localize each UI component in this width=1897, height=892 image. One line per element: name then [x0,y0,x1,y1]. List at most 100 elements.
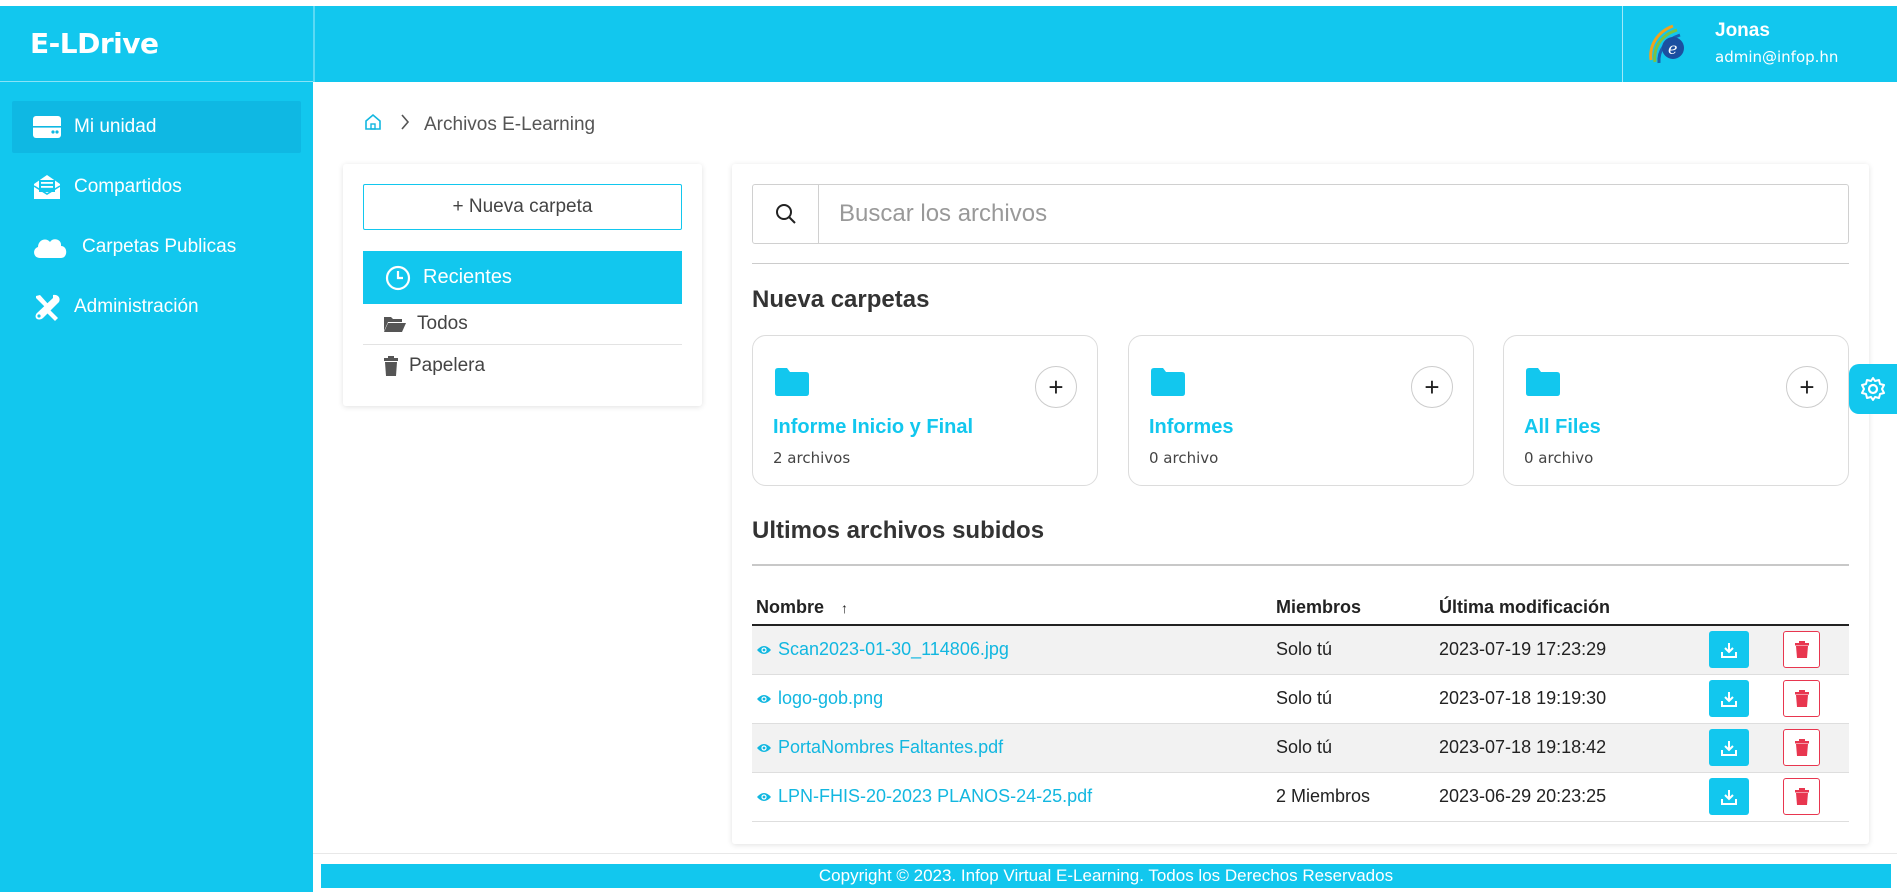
sidebar-item-compartidos[interactable]: Compartidos [12,161,301,213]
recent-label: Recientes [423,266,512,288]
sidebar-item-carpetas-publicas[interactable]: Carpetas Publicas [12,221,301,273]
column-header-modified[interactable]: Última modificación [1435,591,1705,626]
footer-divider [313,853,1897,854]
file-modified: 2023-07-18 19:19:30 [1435,674,1705,724]
footer: Copyright © 2023. Infop Virtual E-Learni… [321,864,1891,888]
user-name: Jonas [1715,20,1770,41]
folder-icon [775,368,809,396]
file-members: 2 Miembros [1272,772,1435,822]
divider [752,564,1849,566]
folder-card[interactable]: + Informes 0 archivo [1128,335,1474,486]
file-name: LPN-FHIS-20-2023 PLANOS-24-25.pdf [778,786,1093,806]
download-icon [1721,740,1737,756]
cloud-icon [30,232,70,262]
sidebar-item-administracion[interactable]: Administración [12,281,301,333]
column-header-download [1705,591,1779,626]
add-to-folder-button[interactable]: + [1411,366,1453,408]
column-header-name[interactable]: Nombre ↑ [752,591,1272,626]
brand[interactable]: E-LDrive [0,6,313,82]
column-header-members[interactable]: Miembros [1272,591,1435,626]
folder-icon [1151,368,1185,396]
download-icon [1721,691,1737,707]
file-members: Solo tú [1272,674,1435,724]
folder-name[interactable]: Informes [1149,416,1233,439]
download-icon [1721,789,1737,805]
clock-icon [385,265,411,290]
trash-icon [1794,690,1809,707]
sidebar-item-label: Mi unidad [74,116,157,137]
table-row: logo-gob.png Solo tú 2023-07-18 19:19:30 [752,674,1849,724]
download-button[interactable] [1709,680,1749,717]
eye-icon [757,743,771,752]
download-button[interactable] [1709,729,1749,766]
trash-label: Papelera [409,354,486,376]
sort-arrow-icon: ↑ [841,600,849,616]
delete-button[interactable] [1783,778,1820,815]
sidebar: E-LDrive Mi unidad Compartidos Carpetas … [0,6,313,892]
file-modified: 2023-07-18 19:18:42 [1435,723,1705,773]
folder-card[interactable]: + Informe Inicio y Final 2 archivos [752,335,1098,486]
breadcrumb: Archivos E-Learning [364,113,595,137]
table-row: LPN-FHIS-20-2023 PLANOS-24-25.pdf 2 Miem… [752,772,1849,822]
trash-icon [1794,788,1809,805]
folder-nav-panel: + Nueva carpeta Recientes Todos Papelera [343,164,702,406]
sidebar-item-label: Administración [74,296,199,317]
folder-file-count: 2 archivos [773,449,851,467]
new-folder-button[interactable]: + Nueva carpeta [363,184,682,230]
search-input[interactable] [819,185,1848,243]
folder-file-count: 0 archivo [1524,449,1594,467]
gear-icon [1861,377,1885,401]
file-name: PortaNombres Faltantes.pdf [778,737,1004,757]
file-link[interactable]: PortaNombres Faltantes.pdf [756,737,1272,758]
folder-card[interactable]: + All Files 0 archivo [1503,335,1849,486]
file-modified: 2023-07-19 17:23:29 [1435,625,1705,675]
folder-name[interactable]: Informe Inicio y Final [773,416,973,439]
header-divider [1622,6,1623,82]
table-header-row: Nombre ↑ Miembros Última modificación [752,591,1849,626]
shared-mail-icon [30,172,64,202]
file-link[interactable]: LPN-FHIS-20-2023 PLANOS-24-25.pdf [756,786,1272,807]
table-row: Scan2023-01-30_114806.jpg Solo tú 2023-0… [752,625,1849,675]
sidebar-item-mi-unidad[interactable]: Mi unidad [12,101,301,153]
search-icon[interactable] [753,185,819,243]
all-files-label: Todos [417,313,468,334]
folder-name[interactable]: All Files [1524,416,1601,439]
svg-text:e: e [1668,39,1677,58]
download-button[interactable] [1709,778,1749,815]
files-table: Nombre ↑ Miembros Última modificación Sc… [752,591,1849,822]
trash-icon [1794,739,1809,756]
file-name: Scan2023-01-30_114806.jpg [778,639,1009,660]
eye-icon [757,792,771,801]
tools-icon [30,292,64,322]
column-header-delete [1779,591,1849,626]
add-to-folder-button[interactable]: + [1786,366,1828,408]
home-icon[interactable] [364,113,382,137]
download-button[interactable] [1709,631,1749,669]
delete-button[interactable] [1783,680,1820,717]
table-row: PortaNombres Faltantes.pdf Solo tú 2023-… [752,723,1849,773]
recent-item[interactable]: Recientes [363,251,682,304]
eye-icon [757,645,771,654]
add-to-folder-button[interactable]: + [1035,366,1077,408]
download-icon [1721,642,1737,658]
user-email: admin@infop.hn [1715,48,1839,66]
file-link[interactable]: logo-gob.png [756,688,1272,709]
delete-button[interactable] [1783,631,1820,669]
trash-item[interactable]: Papelera [363,345,682,386]
trash-icon [1794,641,1809,659]
all-files-item[interactable]: Todos [363,304,682,345]
eye-icon [757,694,771,703]
file-modified: 2023-06-29 20:23:25 [1435,772,1705,822]
top-header: e Jonas admin@infop.hn [313,6,1897,82]
file-members: Solo tú [1272,723,1435,773]
settings-button[interactable] [1849,364,1897,414]
divider [752,263,1849,264]
file-link[interactable]: Scan2023-01-30_114806.jpg [756,639,1272,660]
user-avatar-logo[interactable]: e [1643,18,1693,68]
folder-icon [1526,368,1560,396]
app-title: E-LDrive [30,27,159,60]
breadcrumb-current[interactable]: Archivos E-Learning [424,114,595,136]
file-members: Solo tú [1272,625,1435,675]
folder-file-count: 0 archivo [1149,449,1219,467]
delete-button[interactable] [1783,729,1820,766]
